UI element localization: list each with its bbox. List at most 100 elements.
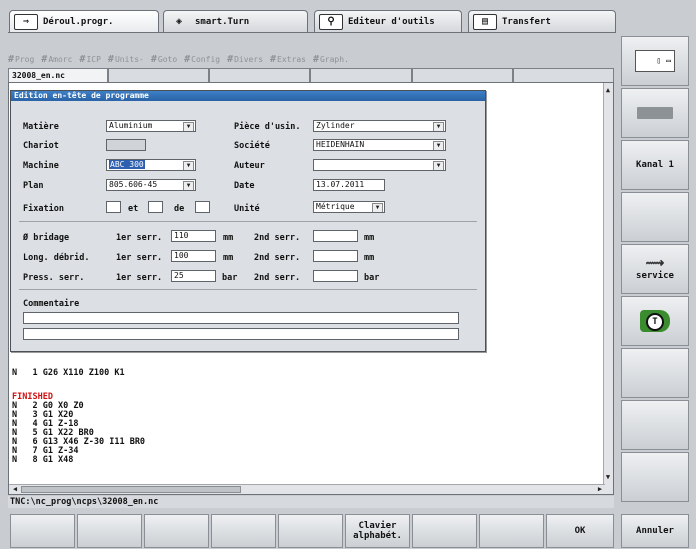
machine-select[interactable]: ABC 300 ▼ <box>106 159 196 171</box>
label-chariot: Chariot <box>23 141 59 151</box>
machine-part-icon <box>637 107 673 119</box>
auteur-select[interactable]: ▼ <box>313 159 446 171</box>
tab-editeur-outils[interactable]: ⚲ Editeur d'outils <box>314 10 462 32</box>
file-tab-empty[interactable] <box>108 68 210 82</box>
tab-deroul-progr[interactable]: ⇒ Déroul.progr. <box>9 10 159 32</box>
softkey-empty[interactable] <box>621 400 689 450</box>
softkey-bottom-4[interactable] <box>211 514 276 548</box>
bridage-2-field[interactable] <box>313 230 358 242</box>
label-2nd-serr: 2nd serr. <box>254 273 301 283</box>
chevron-down-icon[interactable]: ▼ <box>183 161 194 170</box>
comment-field-2[interactable] <box>23 328 459 340</box>
bridage-1-field[interactable]: 110 <box>171 230 216 242</box>
label-long-debrid: Long. débrid. <box>23 253 90 263</box>
societe-select[interactable]: HEIDENHAIN ▼ <box>313 139 446 151</box>
menu-graph[interactable]: # Graph. <box>313 54 349 65</box>
horizontal-scrollbar[interactable]: ◀ ▶ <box>9 484 605 494</box>
piece-select[interactable]: Zylinder ▼ <box>313 120 446 132</box>
menu-units[interactable]: # Units- <box>108 54 144 65</box>
tab-smart-turn[interactable]: ◈ smart.Turn <box>163 10 308 32</box>
softkey-kanal-1[interactable]: Kanal 1 <box>621 140 689 190</box>
softkey-tool-t[interactable]: T <box>621 296 689 346</box>
chevron-down-icon[interactable]: ▼ <box>372 203 383 212</box>
softkey-label: service <box>636 271 674 281</box>
scroll-down-arrow-icon[interactable]: ▼ <box>603 472 613 482</box>
code-line[interactable]: N 8 G1 X48 <box>12 456 73 465</box>
fixation-field-3[interactable] <box>195 201 210 213</box>
scroll-right-arrow-icon[interactable]: ▶ <box>595 484 605 494</box>
file-tab-32008[interactable]: 32008_en.nc <box>8 68 108 82</box>
menu-grid-icon: # <box>270 53 277 65</box>
chevron-down-icon[interactable]: ▼ <box>433 161 444 170</box>
softkey-clavier-alphabet[interactable]: Clavier alphabét. <box>345 514 410 548</box>
softkey-empty[interactable] <box>621 348 689 398</box>
label-plan: Plan <box>23 181 44 191</box>
menu-config[interactable]: # Config <box>184 54 220 65</box>
menu-prog[interactable]: # Prog <box>8 54 34 65</box>
menu-grid-icon: # <box>41 53 48 65</box>
press-1-field[interactable]: 25 <box>171 270 216 282</box>
plan-select[interactable]: 805.606-45 ▼ <box>106 179 196 191</box>
label-unite: Unité <box>234 204 260 214</box>
ok-button[interactable]: OK <box>546 514 614 548</box>
label-date: Date <box>234 181 255 191</box>
label-machine: Machine <box>23 161 59 171</box>
code-line[interactable]: N 1 G26 X110 Z100 K1 <box>12 369 125 378</box>
tab-transfert[interactable]: ▤ Transfert <box>468 10 616 32</box>
long-2-field[interactable] <box>313 250 358 262</box>
softkey-bottom-7[interactable] <box>412 514 477 548</box>
softkey-service[interactable]: ⟿ service <box>621 244 689 294</box>
softkey-machine-part[interactable] <box>621 88 689 138</box>
unite-select[interactable]: Métrique ▼ <box>313 201 385 213</box>
label-auteur: Auteur <box>234 161 265 171</box>
label-1er-serr: 1er serr. <box>116 253 163 263</box>
file-tab-empty[interactable] <box>310 68 412 82</box>
comment-field-1[interactable] <box>23 312 459 324</box>
annuler-button[interactable]: Annuler <box>621 514 689 548</box>
file-tab-empty[interactable] <box>209 68 311 82</box>
matiere-select[interactable]: Aluminium ▼ <box>106 120 196 132</box>
softkey-bottom-3[interactable] <box>144 514 209 548</box>
unit-mm: mm <box>223 233 234 243</box>
label-commentaire: Commentaire <box>23 299 80 309</box>
label-de: de <box>174 204 185 214</box>
file-tab-empty[interactable] <box>411 68 513 82</box>
menu-extras[interactable]: # Extras <box>270 54 306 65</box>
softkey-empty[interactable] <box>621 452 689 502</box>
label-1er-serr: 1er serr. <box>116 233 163 243</box>
softkey-bottom-2[interactable] <box>77 514 142 548</box>
softkey-program-view[interactable]: ▯ ▭ <box>621 36 689 86</box>
press-2-field[interactable] <box>313 270 358 282</box>
tab-label: Déroul.progr. <box>43 16 114 27</box>
smart-turn-diamond-icon: ◈ <box>175 15 183 27</box>
long-1-field[interactable]: 100 <box>171 250 216 262</box>
fixation-field-1[interactable] <box>106 201 121 213</box>
menu-divers[interactable]: # Divers <box>227 54 263 65</box>
label-fixation: Fixation <box>23 204 64 214</box>
chevron-down-icon[interactable]: ▼ <box>183 122 194 131</box>
chevron-down-icon[interactable]: ▼ <box>183 181 194 190</box>
label-2nd-serr: 2nd serr. <box>254 253 301 263</box>
scroll-up-arrow-icon[interactable]: ▲ <box>603 85 613 95</box>
menu-grid-icon: # <box>107 53 114 65</box>
menu-icp[interactable]: # ICP <box>79 54 100 65</box>
menu-goto[interactable]: # Goto <box>151 54 177 65</box>
chevron-down-icon[interactable]: ▼ <box>433 122 444 131</box>
softkey-empty[interactable] <box>621 192 689 242</box>
scroll-left-arrow-icon[interactable]: ◀ <box>10 484 20 494</box>
fixation-field-2[interactable] <box>148 201 163 213</box>
tool-t-icon: T <box>640 310 670 332</box>
menu-amorc[interactable]: # Amorc <box>41 54 72 65</box>
softkey-bottom-8[interactable] <box>479 514 544 548</box>
chevron-down-icon[interactable]: ▼ <box>433 141 444 150</box>
softkey-bottom-1[interactable] <box>10 514 75 548</box>
tab-label: Editeur d'outils <box>348 16 435 27</box>
label-piece: Pièce d'usin. <box>234 122 301 132</box>
file-tab-empty[interactable] <box>512 68 615 82</box>
horizontal-scroll-thumb[interactable] <box>21 486 241 493</box>
softkey-bottom-5[interactable] <box>278 514 343 548</box>
vertical-scrollbar[interactable]: ▲ ▼ <box>603 83 613 494</box>
section-divider <box>19 221 477 222</box>
menu-bar: # Prog # Amorc # ICP # Units- # Goto # Config … <box>8 52 614 66</box>
date-field[interactable]: 13.07.2011 <box>313 179 385 191</box>
